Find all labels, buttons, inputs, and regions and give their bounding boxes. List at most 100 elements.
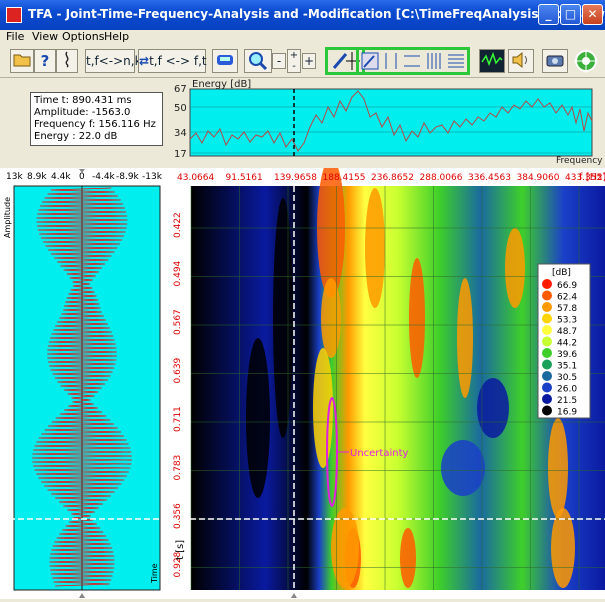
menu-options[interactable]: Options — [62, 30, 104, 43]
legend-level-label: 53.3 — [557, 316, 577, 326]
legend-swatch — [542, 302, 552, 312]
tf-ft-button[interactable]: ⇄t,f <-> f,t — [138, 49, 207, 73]
time-axis: 0.4220.4940.5670.6390.7110.7830.8560.928 — [173, 212, 183, 577]
freq-tick-label: 43.0664 — [177, 173, 214, 183]
legend-swatch — [542, 290, 552, 301]
legend-swatch — [542, 382, 552, 393]
info-energy: Energy : 22.0 dB — [34, 131, 118, 142]
camera-icon — [546, 55, 564, 67]
legend-swatch — [542, 313, 552, 324]
freq-tick-label: 139.9658 — [274, 173, 317, 183]
energy-region — [331, 508, 359, 588]
energy-region — [505, 228, 525, 308]
minimize-button[interactable]: _ — [538, 4, 559, 25]
energy-region — [321, 278, 341, 358]
energy-region — [246, 338, 270, 498]
cursor-bottom-marker-icon — [291, 593, 297, 598]
waveform-view-button[interactable] — [479, 49, 505, 73]
time-tick-label: 0.783 — [173, 455, 183, 481]
play-sound-button[interactable] — [508, 49, 534, 73]
energy-ytick-17: 17 — [174, 149, 187, 160]
exit-button[interactable] — [571, 49, 601, 73]
energy-title: Energy [dB] — [192, 79, 251, 90]
uncertainty-label: Uncertainty — [350, 448, 409, 459]
legend-level-label: 48.7 — [557, 327, 577, 337]
freq-tick-label: 288.0066 — [420, 173, 463, 183]
cursor-info-panel: Time t: 890.431 ms Amplitude: -1563.0 Fr… — [30, 92, 163, 146]
freq-tick-label: 336.4563 — [468, 173, 511, 183]
speaker-icon — [512, 51, 527, 69]
waveform-time-label: Time — [150, 563, 159, 584]
tf-ft-label: t,f <-> f,t — [149, 54, 207, 68]
energy-ytick-50: 50 — [174, 103, 187, 114]
energy-region — [441, 440, 485, 496]
legend-unit: [dB] — [552, 268, 571, 278]
bottom-marker-icon — [79, 593, 85, 598]
legend-swatch — [542, 359, 552, 370]
wave-xtick-neg8.9k: -8.9k — [116, 172, 140, 182]
energy-region — [365, 188, 385, 308]
help-icon: ? — [40, 52, 50, 70]
time-tick-label: 0.856 — [173, 503, 183, 529]
wave-xtick-4.4k: 4.4k — [51, 172, 71, 182]
zoom-icon — [249, 52, 268, 71]
energy-plot[interactable]: Energy [dB] 67 50 34 17 Frequency — [160, 77, 603, 165]
selection-tools-icon[interactable] — [359, 50, 467, 72]
spectrogram-panel[interactable]: 43.0664 91.5161 139.9658 188.4155 236.8652 28… — [163, 158, 605, 599]
help-button[interactable]: ? — [34, 49, 56, 73]
legend-swatch — [542, 325, 552, 335]
energy-ytick-67: 67 — [174, 84, 187, 95]
target-icon — [574, 49, 598, 73]
car-icon — [217, 55, 233, 65]
freq-tick-label: 188.4155 — [323, 173, 366, 183]
energy-ytick-34: 34 — [174, 128, 187, 139]
zoom-out-button[interactable]: - — [272, 53, 286, 69]
zoom-reset-button[interactable]: + - — [287, 49, 301, 73]
maximize-button[interactable]: □ — [560, 4, 581, 25]
info-icon — [65, 51, 69, 68]
color-map-button[interactable] — [212, 49, 238, 73]
spectrogram-plot: 43.0664 91.5161 139.9658 188.4155 236.8652 28… — [163, 158, 605, 599]
legend-level-label: 26.0 — [557, 385, 577, 395]
legend-swatch — [542, 405, 552, 416]
folder-open-icon — [13, 54, 31, 67]
energy-region — [548, 418, 568, 518]
zoom-button[interactable] — [244, 49, 272, 73]
info-button[interactable] — [56, 49, 78, 73]
legend-level-label: 44.2 — [557, 339, 577, 349]
energy-region — [273, 198, 293, 438]
menu-view[interactable]: View — [32, 30, 58, 43]
menu-file[interactable]: File — [6, 30, 24, 43]
title-bar[interactable]: TFA - Joint-Time-Frequency-Analysis and … — [0, 0, 605, 30]
legend-level-label: 66.9 — [557, 281, 577, 291]
info-time: Time t: 890.431 ms — [34, 95, 132, 106]
wave-xtick-neg4.4k: -4.4k — [92, 172, 116, 182]
info-frequency: Frequency f: 156.116 Hz — [34, 119, 156, 130]
waveform-ylabel: Amplitude — [3, 197, 12, 238]
tf-nk-button[interactable]: t,f<->n,k — [85, 49, 142, 73]
waveform-plot: 13k 8.9k 4.4k 0 -4.4k -8.9k -13k Amplitu… — [0, 169, 163, 598]
time-tick-label: 0.711 — [173, 406, 183, 432]
legend-swatch — [542, 371, 552, 381]
close-button[interactable]: ✕ — [582, 4, 603, 25]
zoom-in-button[interactable]: + — [302, 53, 316, 69]
record-button[interactable] — [542, 49, 568, 73]
legend-level-label: 16.9 — [557, 408, 577, 418]
toolbar: ? t,f<->n,k ⇄t,f <-> f,t - + - + — [0, 44, 605, 78]
energy-plot-area — [189, 88, 593, 157]
open-button[interactable] — [10, 49, 34, 73]
swap-arrow-icon: ⇄ — [139, 54, 150, 68]
freq-unit-label: f [Hz] — [579, 172, 605, 183]
energy-region — [409, 258, 425, 378]
legend-level-label: 30.5 — [557, 373, 577, 383]
legend-level-label: 35.1 — [557, 362, 577, 372]
legend-swatch — [542, 336, 552, 347]
wave-xtick-0: 0 — [79, 172, 85, 182]
time-tick-label: 0.422 — [173, 212, 183, 238]
time-tick-label: 0.639 — [173, 357, 183, 383]
color-legend: [dB] 66.9 62.457.8 53.348.7 44.239.6 35.130.… — [537, 263, 591, 419]
menu-help[interactable]: Help — [104, 30, 129, 43]
waveform-panel[interactable]: 13k 8.9k 4.4k 0 -4.4k -8.9k -13k Amplitu… — [0, 168, 163, 599]
legend-level-label: 62.4 — [557, 293, 577, 303]
wave-xtick-neg13k: -13k — [142, 172, 163, 182]
